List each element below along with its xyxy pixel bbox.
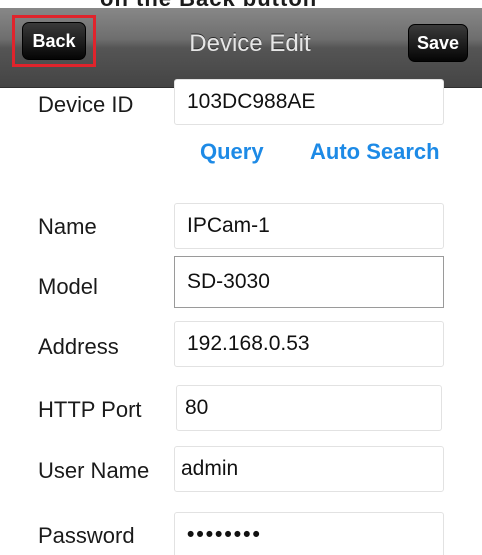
address-field[interactable]: 192.168.0.53 [174, 321, 444, 367]
user-name-label: User Name [38, 458, 150, 483]
save-button[interactable]: Save [408, 24, 468, 62]
back-button[interactable]: Back [22, 22, 86, 60]
top-caption: on the Back button [100, 0, 317, 8]
http-port-field[interactable]: 80 [176, 385, 442, 431]
name-label: Name [38, 214, 97, 239]
http-port-label: HTTP Port [38, 397, 142, 422]
top-caption-strip: on the Back button [0, 0, 482, 8]
password-label: Password [38, 523, 135, 548]
device-id-field[interactable]: 103DC988AE [174, 79, 444, 125]
password-field[interactable]: •••••••• [174, 512, 444, 555]
model-label: Model [38, 274, 98, 299]
navigation-bar: on the Back button Back Device Edit Save [0, 0, 482, 88]
device-edit-screen: on the Back button Back Device Edit Save… [0, 0, 482, 555]
user-name-field[interactable]: admin [174, 446, 444, 492]
auto-search-link[interactable]: Auto Search [310, 139, 440, 165]
query-link[interactable]: Query [200, 139, 264, 165]
address-label: Address [38, 334, 119, 359]
device-id-label: Device ID [38, 92, 134, 117]
name-field[interactable]: IPCam-1 [174, 203, 444, 249]
model-field[interactable]: SD-3030 [174, 256, 444, 308]
page-title: Device Edit [189, 30, 311, 57]
